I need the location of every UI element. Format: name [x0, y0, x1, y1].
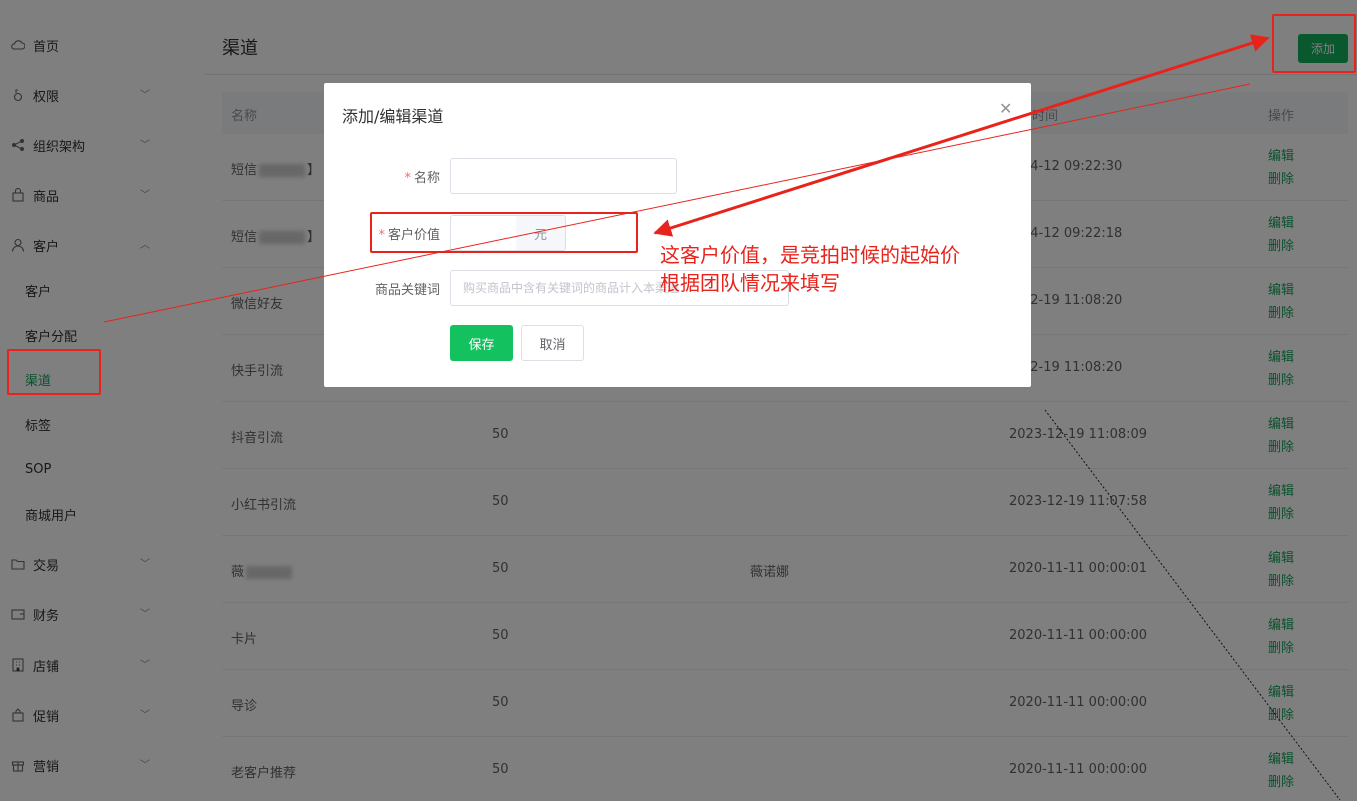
annotation-line-2: 根据团队情况来填写: [660, 271, 840, 295]
name-label-text: 名称: [413, 171, 440, 186]
save-button[interactable]: 保存: [450, 325, 513, 361]
highlight-channel-menu: [7, 349, 101, 395]
annotation-note: 这客户价值，是竞拍时候的起始价 根据团队情况来填写: [660, 241, 960, 297]
name-input[interactable]: [450, 158, 677, 194]
keyword-label: 商品关键词: [374, 283, 440, 298]
required-mark: *: [404, 171, 411, 186]
annotation-line-1: 这客户价值，是竞拍时候的起始价: [660, 243, 960, 267]
close-icon[interactable]: ✕: [999, 99, 1012, 119]
highlight-add-button: [1272, 14, 1356, 73]
highlight-customer-value: [370, 212, 638, 253]
cancel-button[interactable]: 取消: [521, 325, 584, 361]
dialog-title: 添加/编辑渠道: [342, 107, 444, 126]
name-label: * 名称: [330, 167, 440, 186]
